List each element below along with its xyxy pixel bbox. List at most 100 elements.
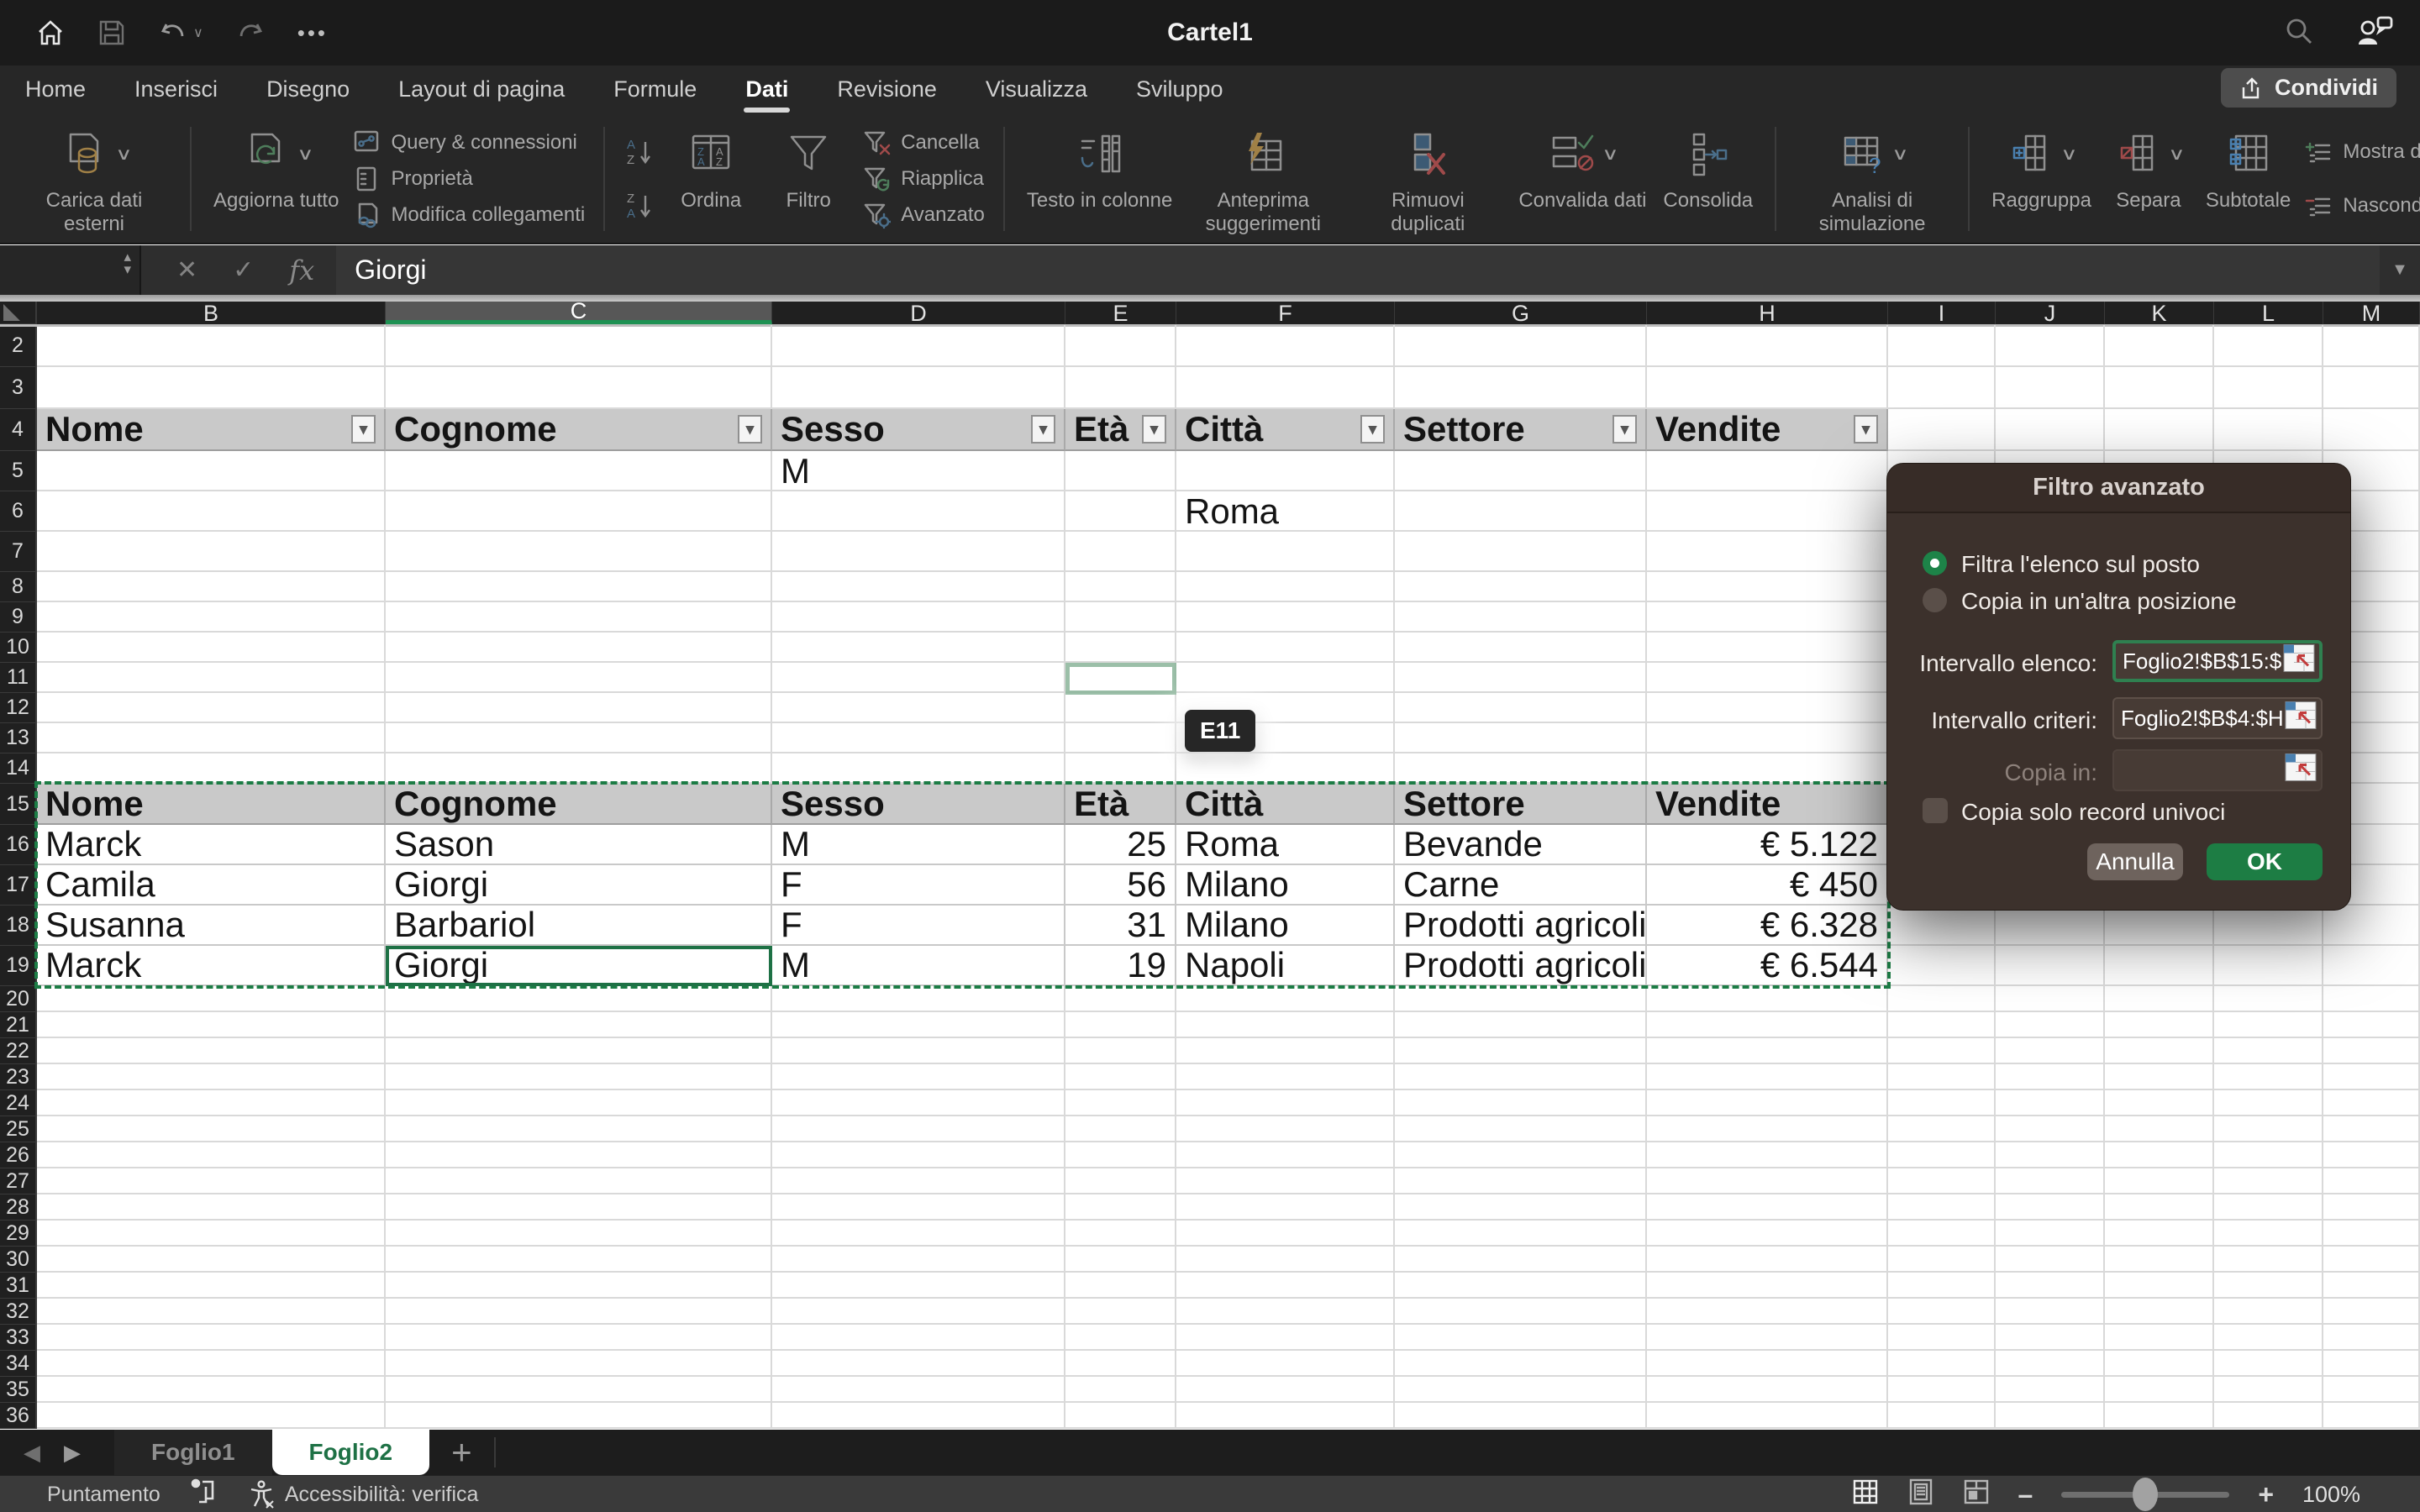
zoom-out-button[interactable]: – <box>2018 1479 2033 1510</box>
subtotal-button[interactable]: Subtotale <box>2197 118 2299 239</box>
enter-entry-button[interactable]: ✓ <box>233 255 254 285</box>
queries-connections-button[interactable]: Query & connessioni <box>352 125 585 160</box>
ok-button[interactable]: OK <box>2207 843 2323 880</box>
sheet-tab-foglio2[interactable]: Foglio2 <box>272 1430 430 1475</box>
flash-fill-button[interactable]: Anteprima suggerimenti <box>1181 118 1345 239</box>
column-header-F[interactable]: F <box>1176 302 1395 325</box>
filter-dropdown-Sesso[interactable]: ▾ <box>1031 415 1055 444</box>
row-header-26[interactable]: 26 <box>0 1142 37 1168</box>
sheet-nav-left-icon[interactable]: ◀ <box>24 1440 40 1466</box>
row-header-14[interactable]: 14 <box>0 753 37 784</box>
row-header-10[interactable]: 10 <box>0 633 37 663</box>
edit-links-button[interactable]: Modifica collegamenti <box>352 197 585 233</box>
macro-record-icon[interactable] <box>189 1478 218 1511</box>
insert-function-button[interactable]: fx <box>289 255 314 286</box>
accessibility-status[interactable]: Accessibilità: verifica <box>285 1483 479 1507</box>
search-icon[interactable] <box>2282 14 2316 52</box>
tab-visualizza[interactable]: Visualizza <box>984 71 1089 108</box>
filter-dropdown-Nome[interactable]: ▾ <box>351 415 376 444</box>
sort-descending-button[interactable]: ZA <box>623 188 657 223</box>
hide-detail-button[interactable]: Nascondi dettaglio <box>2304 188 2420 223</box>
row-header-29[interactable]: 29 <box>0 1221 37 1247</box>
tab-revisione[interactable]: Revisione <box>835 71 939 108</box>
sort-ascending-button[interactable]: AZ <box>623 134 657 170</box>
row-header-27[interactable]: 27 <box>0 1168 37 1194</box>
row-header-12[interactable]: 12 <box>0 693 37 723</box>
unique-records-label[interactable]: Copia solo record univoci <box>1961 799 2225 826</box>
filter-dropdown-Cognome[interactable]: ▾ <box>738 415 762 444</box>
tab-formule[interactable]: Formule <box>612 71 698 108</box>
row-header-33[interactable]: 33 <box>0 1325 37 1351</box>
tab-disegno[interactable]: Disegno <box>265 71 351 108</box>
range-selector-icon[interactable] <box>2285 753 2317 788</box>
row-header-15[interactable]: 15 <box>0 784 37 825</box>
tab-layout-di-pagina[interactable]: Layout di pagina <box>397 71 566 108</box>
column-header-L[interactable]: L <box>2214 302 2323 325</box>
column-header-D[interactable]: D <box>772 302 1065 325</box>
row-header-36[interactable]: 36 <box>0 1403 37 1429</box>
row-header-4[interactable]: 4 <box>0 409 37 451</box>
filter-dropdown-Età[interactable]: ▾ <box>1142 415 1166 444</box>
row-header-13[interactable]: 13 <box>0 723 37 753</box>
consolidate-button[interactable]: Consolida <box>1655 118 1761 239</box>
reapply-filter-button[interactable]: Riapplica <box>862 161 985 197</box>
advanced-filter-button[interactable]: Avanzato <box>862 197 985 233</box>
radio-copy-elsewhere[interactable] <box>1923 588 1947 612</box>
row-header-28[interactable]: 28 <box>0 1194 37 1221</box>
cancel-button[interactable]: Annulla <box>2087 843 2183 880</box>
row-header-24[interactable]: 24 <box>0 1090 37 1116</box>
row-header-7[interactable]: 7 <box>0 532 37 572</box>
row-header-17[interactable]: 17 <box>0 865 37 906</box>
column-header-G[interactable]: G <box>1395 302 1647 325</box>
row-header-9[interactable]: 9 <box>0 602 37 633</box>
contacts-feedback-icon[interactable] <box>2354 13 2395 54</box>
row-header-8[interactable]: 8 <box>0 572 37 602</box>
row-header-6[interactable]: 6 <box>0 491 37 532</box>
row-header-31[interactable]: 31 <box>0 1273 37 1299</box>
filter-button[interactable]: Filtro <box>760 118 857 239</box>
row-header-2[interactable]: 2 <box>0 325 37 367</box>
show-detail-button[interactable]: Mostra dettaglio <box>2304 134 2420 170</box>
tab-dati[interactable]: Dati <box>744 71 790 108</box>
column-header-K[interactable]: K <box>2105 302 2214 325</box>
tab-sviluppo[interactable]: Sviluppo <box>1134 71 1225 108</box>
zoom-slider[interactable] <box>2061 1492 2229 1498</box>
column-header-B[interactable]: B <box>37 302 386 325</box>
column-header-C[interactable]: C <box>386 302 772 325</box>
unique-records-checkbox[interactable] <box>1923 798 1948 823</box>
radio-filter-in-place-label[interactable]: Filtra l'elenco sul posto <box>1961 551 2200 578</box>
zoom-in-button[interactable]: + <box>2258 1479 2274 1510</box>
sheet-tab-foglio1[interactable]: Foglio1 <box>114 1430 272 1475</box>
zoom-slider-knob[interactable] <box>2133 1478 2158 1511</box>
range-selector-icon[interactable] <box>2285 701 2317 736</box>
column-header-E[interactable]: E <box>1065 302 1176 325</box>
copy-to-input[interactable] <box>2112 749 2323 791</box>
page-layout-view-icon[interactable] <box>1907 1478 1934 1511</box>
page-break-view-icon[interactable] <box>1963 1478 1990 1511</box>
criteria-range-input[interactable]: Foglio2!$B$4:$H <box>2112 697 2323 739</box>
what-if-analysis-button[interactable]: ? ∨ Analisi di simulazione <box>1790 118 1954 239</box>
filter-dropdown-Settore[interactable]: ▾ <box>1612 415 1637 444</box>
radio-filter-in-place[interactable] <box>1923 551 1947 575</box>
row-header-19[interactable]: 19 <box>0 946 37 986</box>
list-range-input[interactable]: Foglio2!$B$15:$ <box>2112 640 2323 682</box>
sort-button[interactable]: ZAAZ Ordina <box>662 118 760 239</box>
radio-copy-elsewhere-label[interactable]: Copia in un'altra posizione <box>1961 588 2237 615</box>
tab-home[interactable]: Home <box>24 71 87 108</box>
properties-button[interactable]: Proprietà <box>352 161 585 197</box>
row-header-23[interactable]: 23 <box>0 1064 37 1090</box>
row-header-34[interactable]: 34 <box>0 1351 37 1377</box>
clear-filter-button[interactable]: Cancella <box>862 125 985 160</box>
formula-bar-expand-icon[interactable]: ▼ <box>2380 260 2420 280</box>
cancel-entry-button[interactable]: ✕ <box>176 255 197 285</box>
row-header-11[interactable]: 11 <box>0 663 37 693</box>
column-header-I[interactable]: I <box>1888 302 1996 325</box>
share-button[interactable]: Condividi <box>2221 68 2396 108</box>
text-to-columns-button[interactable]: Testo in colonne <box>1018 118 1181 239</box>
name-box-spinner[interactable]: ▴▾ <box>124 250 131 276</box>
ungroup-button[interactable]: ∨ Separa <box>2100 118 2197 239</box>
refresh-all-button[interactable]: ∨ Aggiorna tutto <box>205 118 347 239</box>
select-all-corner[interactable] <box>0 302 37 325</box>
row-header-18[interactable]: 18 <box>0 906 37 946</box>
formula-input[interactable]: Giorgi <box>336 245 2380 295</box>
